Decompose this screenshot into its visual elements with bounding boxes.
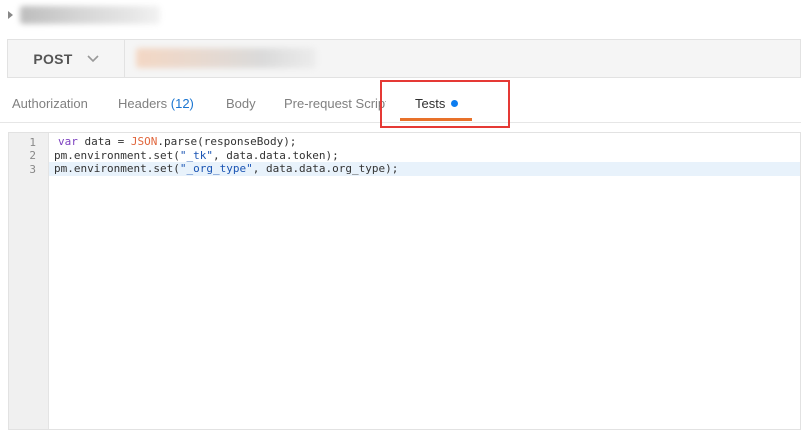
unsaved-dot-icon xyxy=(451,100,459,107)
line-number-gutter: 1 2 3 xyxy=(9,133,49,429)
code-text: , data.data.token); xyxy=(212,149,339,162)
tab-tests[interactable]: Tests xyxy=(415,96,459,111)
active-tab-underline xyxy=(400,118,472,121)
tab-tests-label: Tests xyxy=(415,96,446,111)
tests-code-editor[interactable]: 1 2 3 var data = JSON.parse(responseBody… xyxy=(8,132,801,430)
line-number: 3 xyxy=(29,163,36,176)
code-text: pm.environment.set( xyxy=(54,162,180,175)
request-name-bar xyxy=(0,0,801,34)
code-line[interactable]: var data = JSON.parse(responseBody); xyxy=(58,135,296,148)
code-line[interactable]: pm.environment.set("_tk", data.data.toke… xyxy=(54,149,339,162)
blurred-request-name xyxy=(20,6,160,24)
request-bar: POST xyxy=(7,39,801,78)
line-number: 2 xyxy=(29,149,36,162)
headers-count-badge: (12) xyxy=(170,96,194,111)
chevron-down-icon xyxy=(87,54,99,62)
line-number: 1 xyxy=(29,136,36,149)
code-text: pm.environment.set( xyxy=(54,149,180,162)
caret-right-icon[interactable] xyxy=(8,11,13,19)
tab-headers[interactable]: Headers (12) xyxy=(118,96,194,111)
method-select[interactable]: POST xyxy=(8,40,125,77)
code-string: "_org_type" xyxy=(179,162,253,175)
blurred-url-input[interactable] xyxy=(136,48,316,68)
code-text: , data.data.org_type); xyxy=(252,162,399,175)
tab-authorization[interactable]: Authorization xyxy=(12,96,88,111)
tab-prerequest-script[interactable]: Pre-request Script xyxy=(284,96,386,111)
method-label: POST xyxy=(33,50,73,67)
request-tabs: Authorization Headers (12) Body Pre-requ… xyxy=(0,82,801,123)
code-text: data = xyxy=(77,135,131,148)
code-keyword: var xyxy=(58,135,78,148)
code-line[interactable]: pm.environment.set("_org_type", data.dat… xyxy=(54,162,398,175)
code-string: "_tk" xyxy=(179,149,213,162)
code-text: .parse(responseBody); xyxy=(157,135,297,148)
tab-headers-label: Headers xyxy=(118,96,168,111)
code-builtin: JSON xyxy=(130,135,158,148)
tab-body[interactable]: Body xyxy=(226,96,256,111)
